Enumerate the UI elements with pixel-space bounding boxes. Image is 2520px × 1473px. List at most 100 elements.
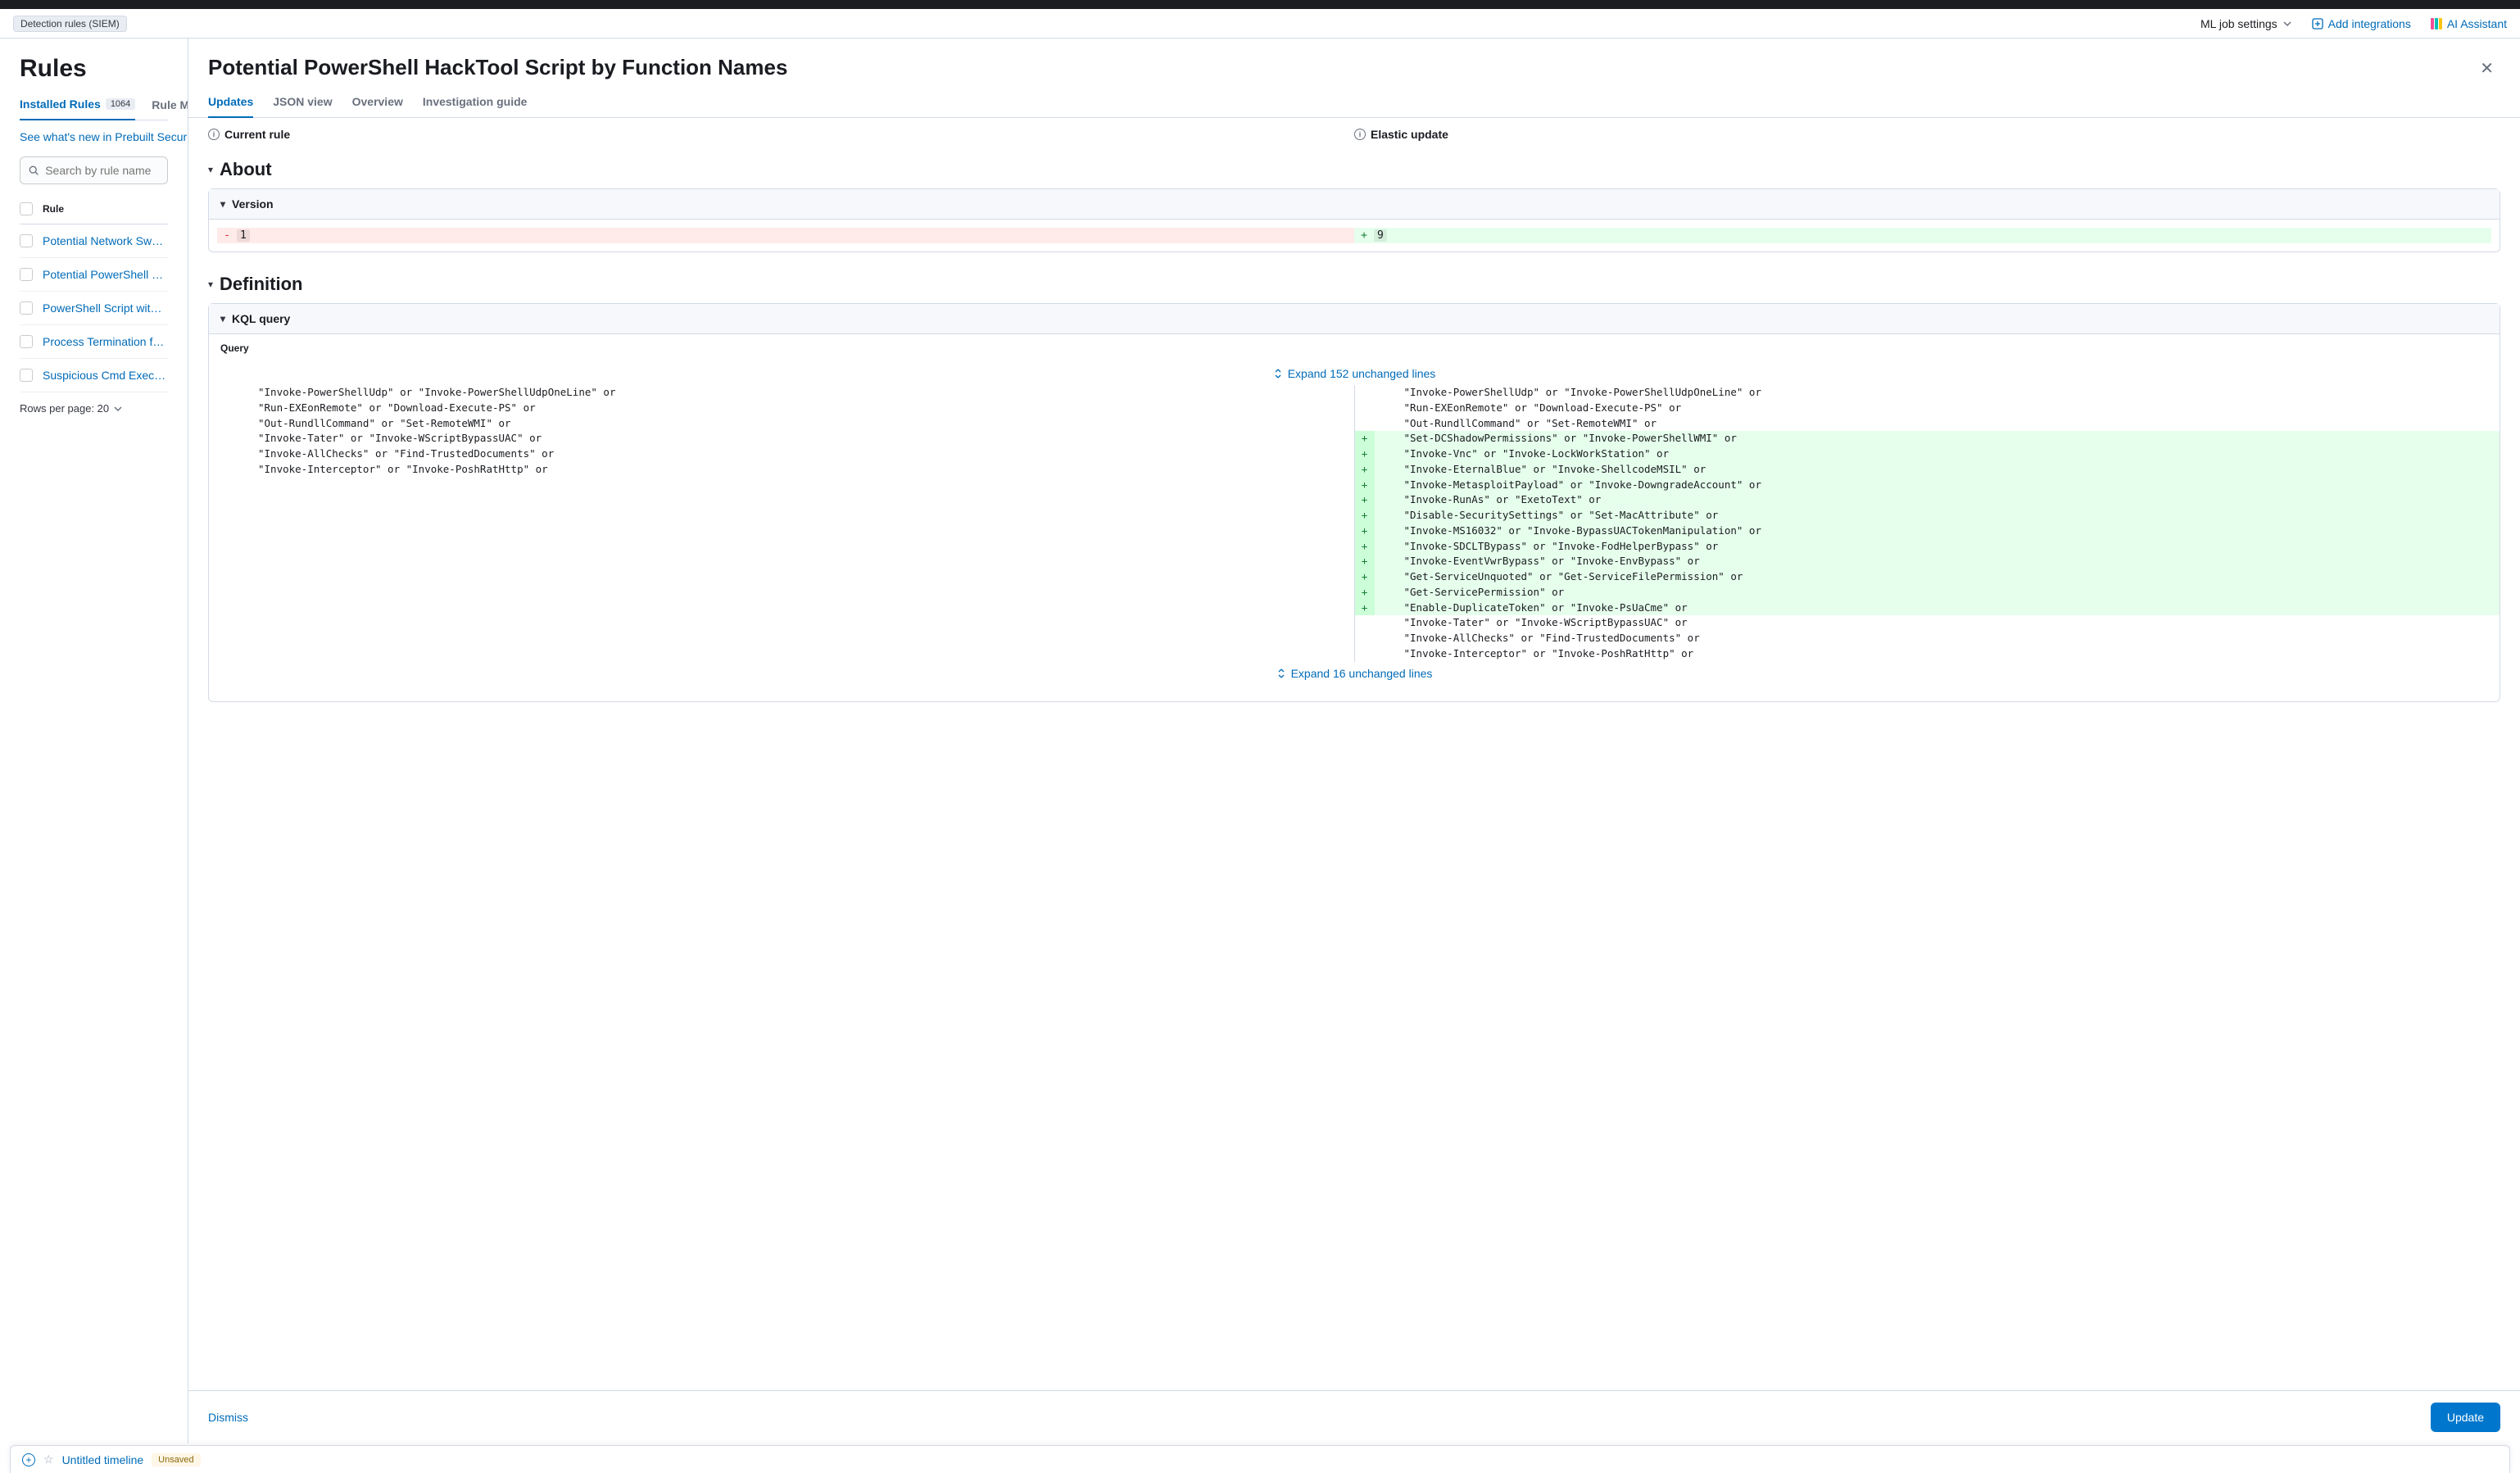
timeline-title[interactable]: Untitled timeline [62,1453,144,1466]
select-all-checkbox[interactable] [20,202,33,215]
diff-plus-gutter: + [1354,229,1374,242]
code-line: "Invoke-Tater" or "Invoke-WScriptBypassU… [1355,615,2500,631]
flyout-title: Potential PowerShell HackTool Script by … [208,55,787,80]
search-box[interactable] [20,156,168,184]
definition-section-header[interactable]: ▾ Definition [208,265,2500,303]
rule-checkbox[interactable] [20,301,33,315]
header-bar: Detection rules (SIEM) ML job settings A… [0,9,2520,39]
favorite-icon[interactable]: ☆ [43,1453,54,1466]
installed-count-badge: 1064 [106,98,135,110]
version-old-value: 1 [237,229,250,242]
rule-row: PowerShell Script with Token Impersonati… [20,292,168,325]
code-content: "Invoke-AllChecks" or "Find-TrustedDocum… [229,446,554,462]
code-content: "Out-RundllCommand" or "Set-RemoteWMI" o… [229,416,511,432]
ml-job-settings[interactable]: ML job settings [2200,17,2292,30]
rules-sidebar: Rules Installed Rules 1064 Rule Monitori… [0,39,188,1444]
plus-square-icon [2312,18,2323,29]
rows-per-page-label: Rows per page: 20 [20,402,109,415]
whats-new-link[interactable]: See what's new in Prebuilt Security Dete… [20,130,168,143]
timeline-bar[interactable]: + ☆ Untitled timeline Unsaved [10,1445,2510,1473]
expand-bottom-link[interactable]: Expand 16 unchanged lines [209,662,2500,685]
code-content: "Run-EXEonRemote" or "Download-Execute-P… [1375,401,1682,416]
code-line: "Invoke-Interceptor" or "Invoke-PoshRatH… [1355,646,2500,662]
definition-section-title: Definition [220,274,302,295]
rule-link[interactable]: Suspicious Cmd Execution via WMI [43,369,168,382]
code-line-added: +"Get-ServiceUnquoted" or "Get-ServiceFi… [1355,569,2500,585]
code-content: "Invoke-PowerShellUdp" or "Invoke-PowerS… [1375,385,1762,401]
about-section-header[interactable]: ▾ About [208,151,2500,188]
code-line: "Invoke-AllChecks" or "Find-TrustedDocum… [1355,631,2500,646]
breadcrumb[interactable]: Detection rules (SIEM) [13,16,127,32]
code-content: "Invoke-EternalBlue" or "Invoke-Shellcod… [1375,462,1706,478]
add-integrations-link[interactable]: Add integrations [2312,17,2411,30]
tab-installed-rules[interactable]: Installed Rules 1064 [20,97,135,120]
code-line: "Invoke-Interceptor" or "Invoke-PoshRatH… [209,462,1354,478]
code-content: "Invoke-Tater" or "Invoke-WScriptBypassU… [1375,615,1688,631]
gutter: + [1355,523,1375,539]
gutter [1355,401,1375,416]
gutter [1355,385,1375,401]
unsaved-badge: Unsaved [152,1453,200,1466]
code-line-added: +"Invoke-EternalBlue" or "Invoke-Shellco… [1355,462,2500,478]
chevron-down-icon: ▾ [220,313,225,324]
gutter [1355,646,1375,662]
gutter: + [1355,478,1375,493]
tab-rule-monitoring[interactable]: Rule Monitoring [152,97,188,120]
expand-top-link[interactable]: Expand 152 unchanged lines [209,362,2500,385]
code-diff: "Invoke-PowerShellUdp" or "Invoke-PowerS… [209,385,2500,662]
tab-json-view[interactable]: JSON view [273,95,332,117]
code-content: "Invoke-MetasploitPayload" or "Invoke-Do… [1375,478,1762,493]
rule-link[interactable]: PowerShell Script with Token Impersonati… [43,301,168,315]
column-header-rule[interactable]: Rule [43,203,64,215]
dismiss-button[interactable]: Dismiss [208,1411,248,1424]
expand-bottom-label: Expand 16 unchanged lines [1291,667,1433,680]
gutter [209,385,229,401]
version-header[interactable]: ▾ Version [209,189,2500,220]
rows-per-page-selector[interactable]: Rows per page: 20 [20,402,168,415]
rule-link[interactable]: Process Termination followed by Deletion [43,335,168,348]
flyout-body: i Current rule i Elastic update ▾ About … [188,118,2520,1390]
code-line: "Run-EXEonRemote" or "Download-Execute-P… [1355,401,2500,416]
search-input[interactable] [45,164,159,177]
gutter [209,431,229,446]
close-button[interactable]: ✕ [2473,55,2500,82]
code-content: "Invoke-RunAs" or "ExetoText" or [1375,492,1602,508]
rule-row: Suspicious Cmd Execution via WMI [20,359,168,392]
code-line-added: +"Invoke-EventVwrBypass" or "Invoke-EnvB… [1355,554,2500,569]
rule-checkbox[interactable] [20,234,33,247]
tab-installed-label: Installed Rules [20,97,101,111]
code-content: "Invoke-Interceptor" or "Invoke-PoshRatH… [1375,646,1694,662]
code-line-added: +"Invoke-Vnc" or "Invoke-LockWorkStation… [1355,446,2500,462]
code-content: "Get-ServiceUnquoted" or "Get-ServiceFil… [1375,569,1743,585]
elastic-update-header: i Elastic update [1354,128,2500,141]
tab-updates[interactable]: Updates [208,95,253,118]
code-line-added: +"Enable-DuplicateToken" or "Invoke-PsUa… [1355,601,2500,616]
code-line: "Invoke-PowerShellUdp" or "Invoke-PowerS… [1355,385,2500,401]
code-line: "Invoke-AllChecks" or "Find-TrustedDocum… [209,446,1354,462]
tab-investigation-guide[interactable]: Investigation guide [423,95,528,117]
rule-checkbox[interactable] [20,268,33,281]
code-line-added: +"Invoke-RunAs" or "ExetoText" or [1355,492,2500,508]
code-left-column: "Invoke-PowerShellUdp" or "Invoke-PowerS… [209,385,1355,662]
diff-header-row: i Current rule i Elastic update [208,118,2500,151]
info-icon[interactable]: i [1354,129,1366,140]
info-icon[interactable]: i [208,129,220,140]
code-content: "Run-EXEonRemote" or "Download-Execute-P… [229,401,536,416]
add-timeline-button[interactable]: + [22,1453,35,1466]
expand-icon [1276,669,1286,678]
about-section-title: About [220,159,272,180]
version-label: Version [232,197,274,211]
kql-header[interactable]: ▾ KQL query [209,304,2500,334]
version-old-side: - 1 [217,228,1354,243]
gutter: + [1355,446,1375,462]
rule-checkbox[interactable] [20,335,33,348]
rule-link[interactable]: Potential Network Sweep Detected [43,234,168,247]
gutter: + [1355,601,1375,616]
tab-overview[interactable]: Overview [352,95,403,117]
rule-link[interactable]: Potential PowerShell HackTool Script by … [43,268,168,281]
rule-checkbox[interactable] [20,369,33,382]
flyout-tabs: Updates JSON view Overview Investigation… [188,82,2520,118]
code-content: "Invoke-PowerShellUdp" or "Invoke-PowerS… [229,385,616,401]
update-button[interactable]: Update [2431,1403,2500,1432]
ai-assistant-link[interactable]: AI Assistant [2431,17,2507,30]
